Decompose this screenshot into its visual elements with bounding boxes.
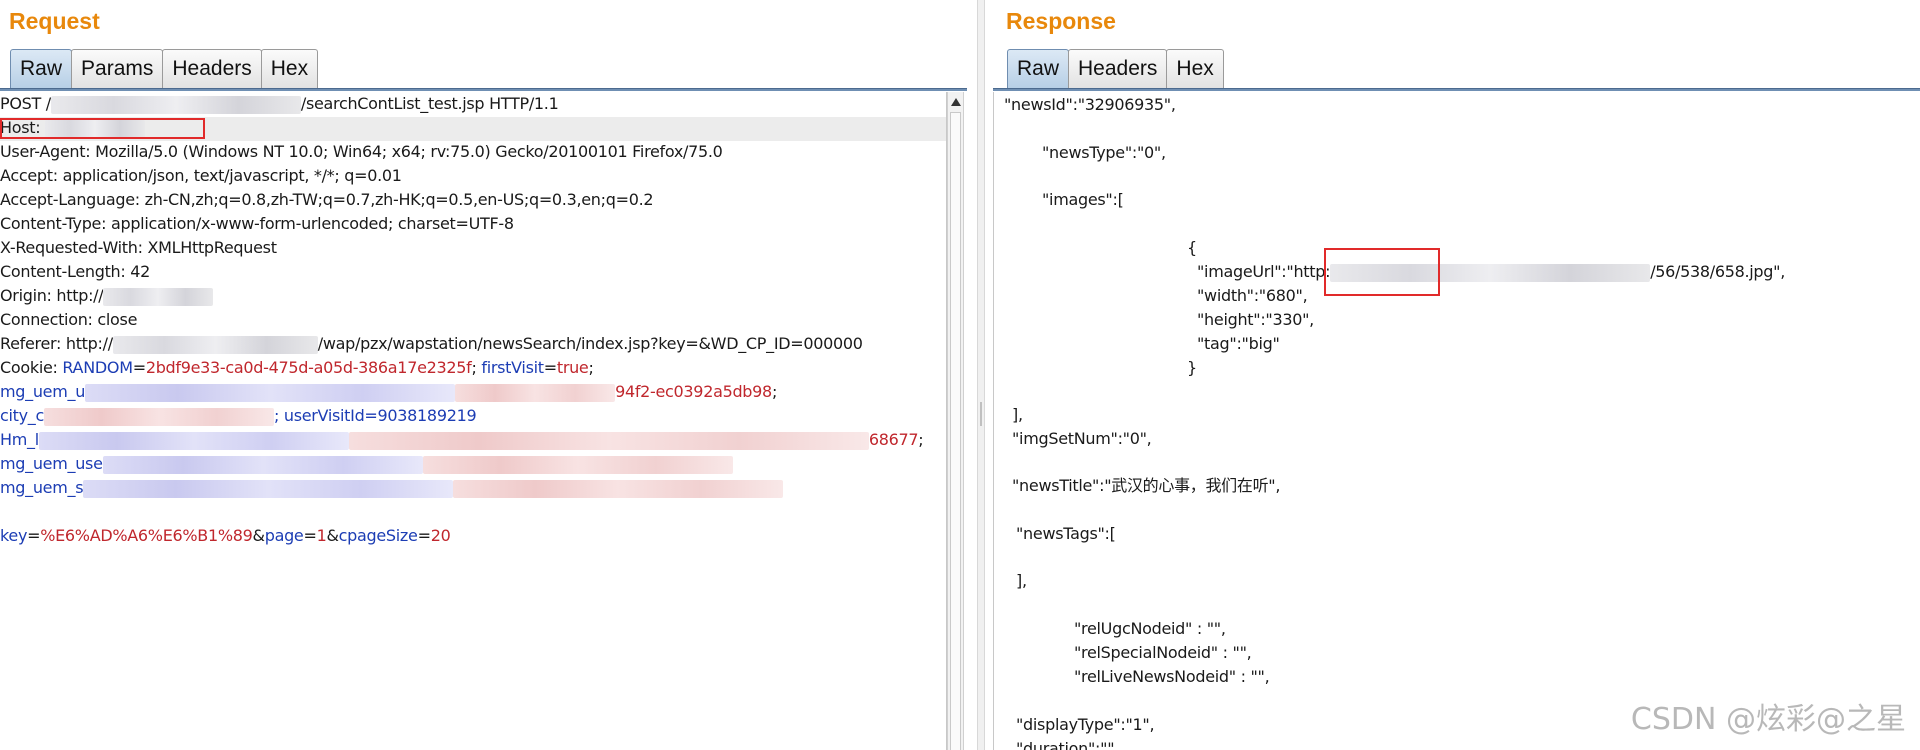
cookie-line: mg_uem_use [0, 453, 733, 475]
response-line: "images":[ [1042, 190, 1124, 209]
response-line: "width":"680", [1197, 286, 1308, 305]
response-title: Response [1006, 8, 1116, 34]
response-tab-hex[interactable]: Hex [1166, 49, 1224, 88]
response-line: "displayType":"1", [1016, 715, 1155, 734]
panel-splitter[interactable] [977, 0, 985, 750]
response-line: "relSpecialNodeid" : "", [1074, 643, 1252, 662]
cookie-line: Hm_l 68677; [0, 430, 924, 450]
redacted-referer [112, 335, 318, 354]
response-line: "relLiveNewsNodeid" : "", [1074, 667, 1270, 686]
response-line: "height":"330", [1197, 310, 1314, 329]
content-type-header: Content-Type: application/x-www-form-url… [0, 214, 514, 233]
cookie-header: Cookie: RANDOM=2bdf9e33-ca0d-475d-a05d-3… [0, 358, 594, 377]
cookie-line: city_c; userVisitId=9038189219 [0, 406, 477, 426]
redacted-cookie [453, 479, 784, 498]
response-line: "newsId":"32906935", [1004, 95, 1176, 114]
request-scrollbar[interactable] [947, 92, 964, 750]
response-line: "tag":"big" [1197, 334, 1280, 353]
response-line: "relUgcNodeid" : "", [1074, 619, 1226, 638]
response-raw-editor[interactable]: "newsId":"32906935", "newsType":"0", "im… [993, 92, 1920, 750]
response-tab-raw[interactable]: Raw [1007, 49, 1070, 88]
response-line: "duration":"", [1016, 739, 1120, 750]
cookie-line: mg_uem_u 94f2-ec0392a5db98; [0, 382, 778, 402]
x-requested-with-header: X-Requested-With: XMLHttpRequest [0, 238, 277, 257]
watermark: CSDN @炫彩@之星 [1630, 702, 1906, 737]
request-line: POST //searchContList_test.jsp HTTP/1.1 [0, 94, 559, 114]
image-url-highlight-box [1324, 248, 1440, 296]
redacted-cookie [83, 479, 454, 498]
response-tabs: Raw Headers Hex [1007, 49, 1224, 88]
request-tab-hex[interactable]: Hex [260, 49, 319, 88]
response-tab-divider [993, 88, 1920, 91]
response-line: "newsTags":[ [1016, 524, 1116, 543]
scroll-up-icon[interactable] [951, 98, 961, 106]
redacted-cookie [85, 383, 456, 402]
cookie-line: mg_uem_s [0, 477, 784, 499]
referer-header: Referer: http:///wap/pzx/wapstation/news… [0, 334, 863, 354]
redacted-path [50, 95, 301, 114]
response-line: ], [1016, 571, 1027, 590]
accept-header: Accept: application/json, text/javascrip… [0, 166, 402, 185]
response-line: "newsType":"0", [1042, 143, 1166, 162]
request-title: Request [9, 8, 100, 34]
request-tab-divider [0, 88, 967, 91]
response-panel: Response Raw Headers Hex "newsId":"32906… [985, 0, 1920, 750]
redacted-cookie [43, 407, 274, 426]
content-length-header: Content-Length: 42 [0, 262, 151, 281]
response-line: ], [1012, 405, 1023, 424]
response-line: "imgSetNum":"0", [1012, 429, 1152, 448]
redacted-origin [103, 287, 214, 306]
connection-header: Connection: close [0, 310, 138, 329]
accept-language-header: Accept-Language: zh-CN,zh;q=0.8,zh-TW;q=… [0, 190, 654, 209]
request-tab-raw[interactable]: Raw [10, 49, 73, 88]
user-agent-header: User-Agent: Mozilla/5.0 (Windows NT 10.0… [0, 142, 723, 161]
response-line: "newsTitle":"武汉的心事，我们在听", [1012, 476, 1281, 495]
scrollbar-thumb[interactable] [950, 112, 961, 750]
response-tab-headers[interactable]: Headers [1068, 49, 1168, 88]
response-line: { [1187, 238, 1197, 257]
request-tab-headers[interactable]: Headers [162, 49, 262, 88]
redacted-cookie [102, 455, 423, 474]
request-panel: Request Raw Params Headers Hex POST //se… [0, 0, 977, 750]
redacted-cookie [422, 455, 733, 474]
request-body: key=%E6%AD%A6%E6%B1%89&page=1&cpageSize=… [0, 526, 451, 545]
splitter-grip[interactable] [980, 402, 982, 426]
host-highlight-box [0, 118, 205, 139]
response-line: "imageUrl":"http:/56/538/658.jpg", [1197, 262, 1785, 282]
redacted-cookie [38, 431, 349, 450]
request-tab-params[interactable]: Params [71, 49, 164, 88]
origin-header: Origin: http:// [0, 285, 214, 307]
request-tabs: Raw Params Headers Hex [10, 49, 319, 88]
request-raw-editor[interactable]: POST //searchContList_test.jsp HTTP/1.1 … [0, 92, 947, 750]
redacted-cookie [455, 383, 616, 402]
response-line: } [1187, 358, 1197, 377]
redacted-cookie [348, 431, 869, 450]
